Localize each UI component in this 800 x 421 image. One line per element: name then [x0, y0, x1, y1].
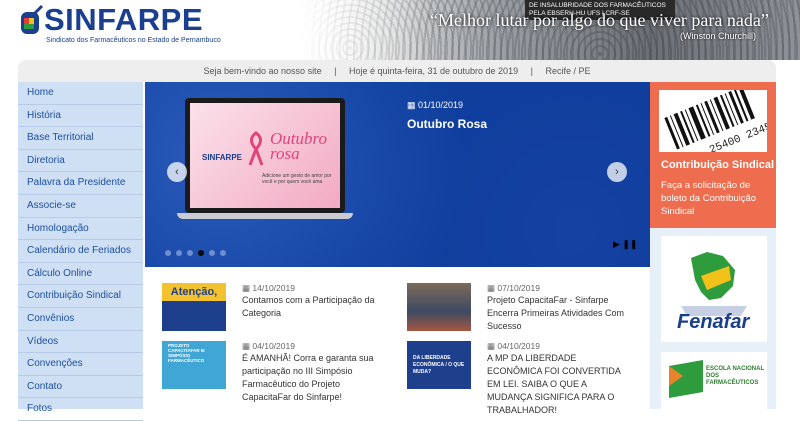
- news-thumbnail[interactable]: DA LIBERDADE ECONÔMICA / O QUE MUDA?: [407, 341, 471, 389]
- banner-fade: [300, 0, 430, 60]
- slider-dot[interactable]: [187, 250, 193, 256]
- slider-next-button[interactable]: ›: [607, 162, 627, 182]
- calendar-icon: ▦: [407, 100, 419, 110]
- slider-dots: [165, 243, 231, 261]
- slide-heading: Outubro rosa: [270, 130, 327, 163]
- right-column: 25400 2345 Contribuição Sindical Faça a …: [650, 82, 776, 409]
- sidebar-item-associe-se[interactable]: Associe-se: [18, 195, 143, 218]
- news-date-text: 04/10/2019: [497, 341, 540, 351]
- thumb-text: PROJETO CAPACITAFAR III SIMPÓSIO FARMACÊ…: [168, 343, 205, 363]
- slide-logo: SINFARPE: [202, 153, 243, 162]
- chevron-right-icon: ›: [615, 166, 619, 178]
- escola-banner[interactable]: ESCOLA NACIONAL DOS FARMACÊUTICOS: [661, 352, 767, 409]
- sidebar-item-homologacao[interactable]: Homologação: [18, 218, 143, 241]
- contribution-text[interactable]: Faça a solicitação de boleto da Contribu…: [661, 179, 771, 218]
- laptop-screen: SINFARPE Outubro rosa Adicione um gesto …: [185, 98, 345, 213]
- slider-prev-button[interactable]: ‹: [167, 162, 187, 182]
- site-logo[interactable]: SINFARPE Sindicato dos Farmacêuticos no …: [18, 2, 221, 54]
- news-title[interactable]: É AMANHÃ! Corra e garanta sua participaç…: [242, 352, 382, 404]
- news-date: ▦ 07/10/2019: [487, 283, 540, 294]
- fenafar-text: Fenafar: [677, 311, 750, 333]
- date-text: Hoje é quinta-feira, 31 de outubro de 20…: [348, 66, 519, 76]
- mortar-pestle-icon: [21, 4, 44, 34]
- sidebar-item-fotos[interactable]: Fotos: [18, 398, 143, 421]
- pink-ribbon-icon: [248, 131, 264, 166]
- calendar-icon: ▦: [242, 341, 253, 351]
- barcode-image: 25400 2345: [659, 90, 767, 152]
- news-list: Atenção, ▦ 14/10/2019 Contamos com a Par…: [145, 267, 650, 415]
- calendar-icon: ▦: [242, 283, 253, 293]
- slide-title[interactable]: Outubro Rosa: [407, 117, 487, 131]
- sidebar-item-contribuicao-sindical[interactable]: Contribuição Sindical: [18, 285, 143, 308]
- logo-title: SINFARPE: [44, 2, 204, 37]
- contribution-widget[interactable]: 25400 2345 Contribuição Sindical Faça a …: [650, 82, 776, 228]
- welcome-text: Seja bem-vindo ao nosso site: [203, 66, 322, 76]
- slider-dot[interactable]: [165, 250, 171, 256]
- slider-dot[interactable]: [220, 250, 226, 256]
- sidebar-item-historia[interactable]: História: [18, 105, 143, 128]
- sidebar-item-contato[interactable]: Contato: [18, 376, 143, 399]
- news-thumbnail[interactable]: [407, 283, 471, 331]
- sidebar-item-convencoes[interactable]: Convenções: [18, 353, 143, 376]
- logo-subtitle: Sindicato dos Farmacêuticos no Estado de…: [46, 37, 221, 44]
- fenafar-logo: Fenafar: [677, 252, 750, 333]
- slide-caption: Adicione um gesto de amor por você e por…: [262, 173, 332, 185]
- sidebar-item-base-territorial[interactable]: Base Territorial: [18, 127, 143, 150]
- chevron-left-icon: ‹: [175, 166, 179, 178]
- news-thumbnail[interactable]: Atenção,: [162, 283, 226, 331]
- slider-play-pause[interactable]: ▶ ❚❚: [613, 239, 638, 250]
- sidebar-item-palavra-presidente[interactable]: Palavra da Presidente: [18, 172, 143, 195]
- sidebar-item-calculo-online[interactable]: Cálculo Online: [18, 263, 143, 286]
- thumb-text: Atenção,: [162, 283, 226, 301]
- featured-slider[interactable]: SINFARPE Outubro rosa Adicione um gesto …: [145, 82, 650, 267]
- news-title[interactable]: Contamos com a Participação da Categoria: [242, 294, 382, 320]
- banner-author: (Winston Churchill): [680, 31, 757, 41]
- sidebar-item-calendario-feriados[interactable]: Calendário de Feriados: [18, 240, 143, 263]
- sidebar-nav: Home História Base Territorial Diretoria…: [18, 82, 143, 421]
- news-date-text: 14/10/2019: [252, 283, 295, 293]
- sidebar-item-home[interactable]: Home: [18, 82, 143, 105]
- calendar-icon: ▦: [487, 283, 498, 293]
- location-text: Recife / PE: [545, 66, 591, 76]
- news-date: ▦ 14/10/2019: [242, 283, 295, 294]
- sidebar-item-convenios[interactable]: Convênios: [18, 308, 143, 331]
- banner-quote: “Melhor lutar por algo do que viver para…: [430, 10, 769, 30]
- separator: |: [530, 66, 533, 76]
- sidebar-item-diretoria[interactable]: Diretoria: [18, 150, 143, 173]
- separator: |: [334, 66, 337, 76]
- escola-text: ESCOLA NACIONAL DOS FARMACÊUTICOS: [706, 366, 765, 386]
- barcode-icon: 25400 2345: [664, 90, 767, 152]
- info-bar: Seja bem-vindo ao nosso site | Hoje é qu…: [18, 60, 776, 82]
- fenafar-banner[interactable]: Fenafar: [661, 236, 767, 342]
- header-banner: DE INSALUBRIDADE DOS FARMACÊUTICOS PELA …: [300, 0, 800, 60]
- slider-dot[interactable]: [209, 250, 215, 256]
- laptop-screen-content: SINFARPE Outubro rosa Adicione um gesto …: [190, 103, 340, 208]
- news-date-text: 04/10/2019: [252, 341, 295, 351]
- slide-date-text: 01/10/2019: [418, 100, 464, 110]
- site-header: SINFARPE Sindicato dos Farmacêuticos no …: [0, 0, 800, 60]
- sidebar-item-videos[interactable]: Vídeos: [18, 331, 143, 354]
- calendar-icon: ▦: [487, 341, 498, 351]
- news-item[interactable]: Atenção, ▦ 14/10/2019 Contamos com a Par…: [145, 267, 385, 331]
- news-item[interactable]: PROJETO CAPACITAFAR III SIMPÓSIO FARMACÊ…: [145, 325, 385, 402]
- news-title[interactable]: A MP DA LIBERDADE ECONÔMICA FOI CONVERTI…: [487, 352, 627, 417]
- news-date: ▦ 04/10/2019: [487, 341, 540, 352]
- news-date: ▦ 04/10/2019: [242, 341, 295, 352]
- news-thumbnail[interactable]: PROJETO CAPACITAFAR III SIMPÓSIO FARMACÊ…: [162, 341, 226, 389]
- slide-image[interactable]: SINFARPE Outubro rosa Adicione um gesto …: [177, 98, 353, 219]
- news-item[interactable]: ▦ 07/10/2019 Projeto CapacitaFar - Sinfa…: [390, 267, 630, 331]
- news-date-text: 07/10/2019: [497, 283, 540, 293]
- contribution-title[interactable]: Contribuição Sindical: [661, 159, 774, 171]
- slider-dot[interactable]: [176, 250, 182, 256]
- thumb-text: DA LIBERDADE ECONÔMICA / O QUE MUDA?: [413, 355, 465, 375]
- slider-dot[interactable]: [198, 250, 204, 256]
- slide-date: ▦ 01/10/2019: [407, 100, 463, 111]
- slide-heading-line2: rosa: [270, 144, 300, 163]
- news-item[interactable]: DA LIBERDADE ECONÔMICA / O QUE MUDA? ▦ 0…: [390, 325, 630, 415]
- laptop-base: [177, 213, 353, 219]
